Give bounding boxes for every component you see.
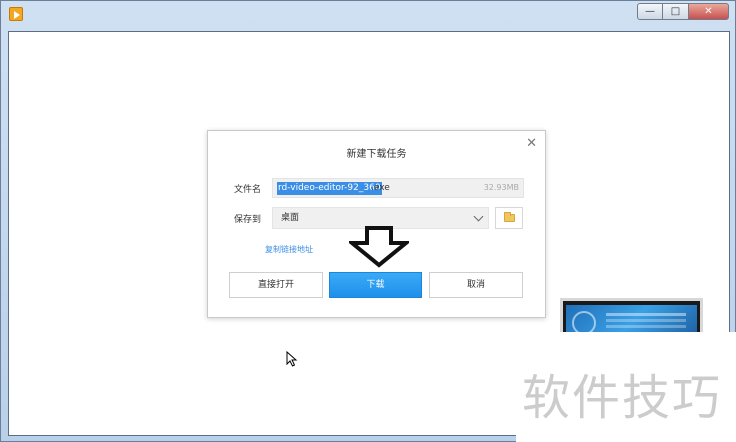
watermark-text: 软件技巧 [522, 370, 723, 426]
folder-icon [504, 212, 515, 222]
browse-folder-button[interactable] [495, 207, 523, 229]
cursor-icon [286, 351, 298, 367]
close-icon[interactable]: ✕ [526, 137, 537, 151]
filename-extension: .exe [371, 183, 390, 193]
chevron-down-icon [473, 211, 484, 222]
save-location-value: 桌面 [281, 213, 300, 223]
app-icon [9, 7, 23, 21]
filename-field[interactable]: rd-video-editor-92_360 .exe 32.93MB [272, 178, 524, 198]
file-size: 32.93MB [483, 183, 519, 192]
arrow-down-icon [349, 226, 409, 268]
window-controls: — □ ✕ [637, 3, 729, 20]
dialog-title: 新建下载任务 [346, 149, 407, 160]
new-download-dialog: 新建下载任务 ✕ 文件名 rd-video-editor-92_360 .exe… [207, 130, 546, 318]
close-window-button[interactable]: ✕ [689, 3, 729, 20]
maximize-button[interactable]: □ [663, 3, 689, 20]
cancel-button[interactable]: 取消 [429, 272, 523, 298]
copy-link-address[interactable]: 复制链接地址 [265, 244, 313, 255]
download-button[interactable]: 下载 [329, 272, 422, 298]
open-directly-button[interactable]: 直接打开 [229, 272, 323, 298]
filename-selected-text: rd-video-editor-92_360 [277, 182, 382, 195]
filename-label: 文件名 [234, 185, 262, 195]
minimize-button[interactable]: — [637, 3, 663, 20]
save-to-label: 保存到 [234, 215, 262, 225]
